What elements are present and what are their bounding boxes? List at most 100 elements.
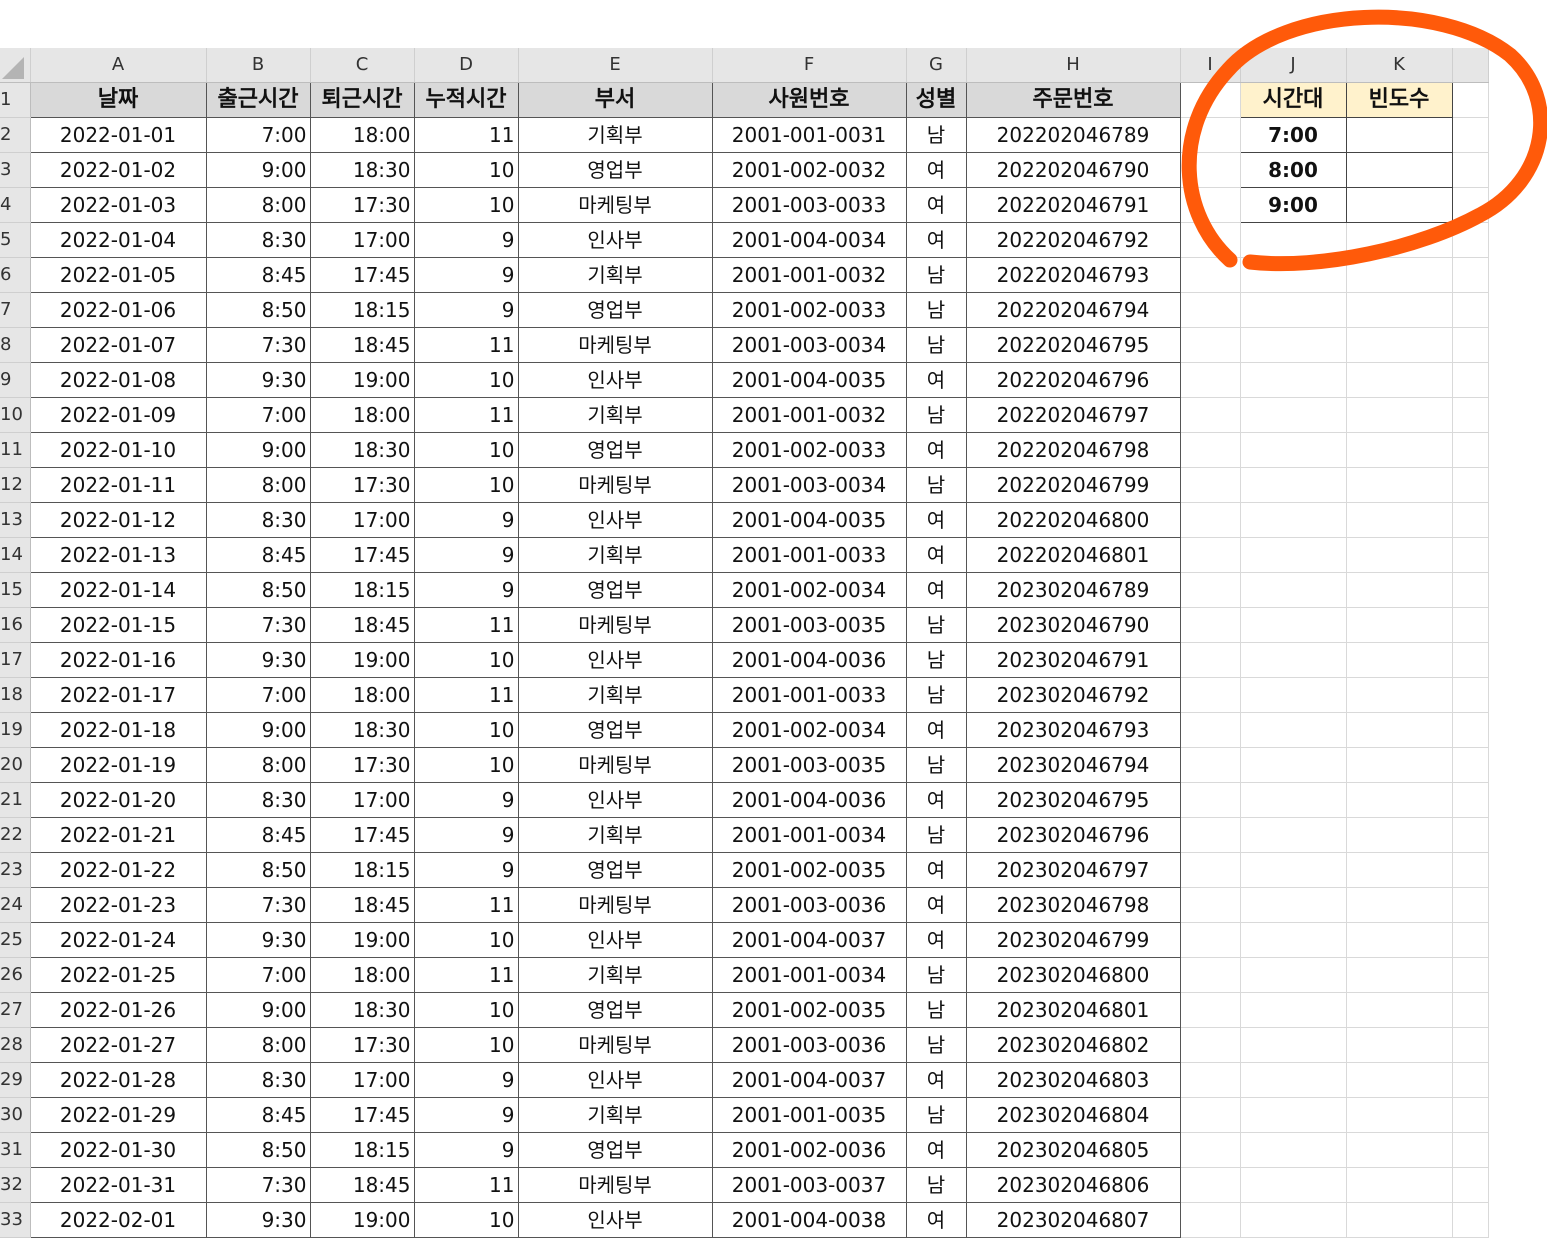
cell-order-number[interactable]: 202202046797 — [966, 397, 1181, 433]
cell-clock-in[interactable]: 8:30 — [206, 502, 311, 538]
cell-date[interactable]: 2022-01-22 — [29, 852, 207, 888]
cell-clock-in[interactable]: 8:45 — [206, 817, 311, 853]
cell-department[interactable]: 마케팅부 — [518, 1167, 713, 1203]
cell-date[interactable]: 2022-01-30 — [29, 1132, 207, 1168]
cell-clock-out[interactable]: 18:30 — [310, 152, 415, 188]
cell-order-number[interactable]: 202302046790 — [966, 607, 1181, 643]
cell-clock-in[interactable]: 9:30 — [206, 922, 311, 958]
cell-empty[interactable] — [1346, 957, 1453, 993]
cell-clock-in[interactable]: 8:00 — [206, 467, 311, 503]
cell-order-number[interactable]: 202302046798 — [966, 887, 1181, 923]
column-header-k[interactable]: K — [1346, 48, 1453, 83]
cell-gender[interactable]: 남 — [906, 467, 967, 503]
cell-empty[interactable] — [1180, 992, 1241, 1028]
cell-empty[interactable] — [1452, 117, 1489, 153]
cell-empty[interactable] — [1452, 1132, 1489, 1168]
cell-total-hours[interactable]: 10 — [414, 747, 519, 783]
cell-empty[interactable] — [1346, 257, 1453, 293]
cell-empty[interactable] — [1452, 467, 1489, 503]
row-header[interactable]: 19 — [0, 712, 31, 748]
cell-frequency[interactable] — [1345, 187, 1453, 223]
cell-empty[interactable] — [1240, 397, 1347, 433]
cell-department[interactable]: 영업부 — [518, 152, 713, 188]
cell-order-number[interactable]: 202202046791 — [966, 187, 1181, 223]
cell-empty[interactable] — [1452, 642, 1489, 678]
row-header[interactable]: 30 — [0, 1097, 31, 1133]
cell-gender[interactable]: 여 — [906, 502, 967, 538]
row-header[interactable]: 33 — [0, 1202, 31, 1238]
cell-department[interactable]: 영업부 — [518, 992, 713, 1028]
cell-order-number[interactable]: 202302046807 — [966, 1202, 1181, 1238]
cell-clock-out[interactable]: 18:15 — [310, 852, 415, 888]
row-header[interactable]: 10 — [0, 397, 31, 433]
cell-employee-id[interactable]: 2001-001-0033 — [712, 537, 907, 573]
cell-gender[interactable]: 여 — [906, 572, 967, 608]
cell-order-number[interactable]: 202202046792 — [966, 222, 1181, 258]
cell-empty[interactable] — [1180, 82, 1241, 118]
cell-employee-id[interactable]: 2001-004-0035 — [712, 362, 907, 398]
cell-empty[interactable] — [1452, 257, 1489, 293]
cell-empty[interactable] — [1180, 537, 1241, 573]
cell-clock-out[interactable]: 17:45 — [310, 537, 415, 573]
cell-order-number[interactable]: 202302046799 — [966, 922, 1181, 958]
header-employee-id[interactable]: 사원번호 — [711, 82, 907, 118]
cell-department[interactable]: 마케팅부 — [518, 887, 713, 923]
cell-empty[interactable] — [1452, 537, 1489, 573]
cell-empty[interactable] — [1346, 432, 1453, 468]
cell-clock-in[interactable]: 8:00 — [206, 1027, 311, 1063]
cell-order-number[interactable]: 202302046800 — [966, 957, 1181, 993]
cell-empty[interactable] — [1180, 747, 1241, 783]
cell-department[interactable]: 마케팅부 — [518, 607, 713, 643]
cell-empty[interactable] — [1180, 292, 1241, 328]
cell-date[interactable]: 2022-01-07 — [29, 327, 207, 363]
cell-gender[interactable]: 남 — [906, 677, 967, 713]
cell-clock-out[interactable]: 19:00 — [310, 362, 415, 398]
cell-gender[interactable]: 여 — [906, 187, 967, 223]
cell-empty[interactable] — [1180, 432, 1241, 468]
cell-department[interactable]: 영업부 — [518, 572, 713, 608]
row-header[interactable]: 25 — [0, 922, 31, 958]
cell-empty[interactable] — [1180, 817, 1241, 853]
cell-total-hours[interactable]: 9 — [414, 782, 519, 818]
cell-department[interactable]: 인사부 — [518, 222, 713, 258]
row-header[interactable]: 15 — [0, 572, 31, 608]
header-clock-in[interactable]: 출근시간 — [205, 82, 311, 118]
cell-employee-id[interactable]: 2001-004-0034 — [712, 222, 907, 258]
cell-employee-id[interactable]: 2001-004-0038 — [712, 1202, 907, 1238]
cell-empty[interactable] — [1346, 677, 1453, 713]
cell-employee-id[interactable]: 2001-004-0037 — [712, 922, 907, 958]
cell-department[interactable]: 마케팅부 — [518, 327, 713, 363]
cell-date[interactable]: 2022-01-01 — [29, 117, 207, 153]
cell-empty[interactable] — [1346, 222, 1453, 258]
cell-department[interactable]: 영업부 — [518, 712, 713, 748]
cell-gender[interactable]: 여 — [906, 362, 967, 398]
cell-total-hours[interactable]: 10 — [414, 362, 519, 398]
cell-date[interactable]: 2022-01-03 — [29, 187, 207, 223]
row-header[interactable]: 5 — [0, 222, 31, 258]
cell-empty[interactable] — [1346, 292, 1453, 328]
header-date[interactable]: 날짜 — [29, 82, 207, 118]
cell-empty[interactable] — [1240, 607, 1347, 643]
cell-date[interactable]: 2022-01-23 — [29, 887, 207, 923]
cell-gender[interactable]: 남 — [906, 257, 967, 293]
cell-empty[interactable] — [1346, 327, 1453, 363]
cell-order-number[interactable]: 202302046794 — [966, 747, 1181, 783]
cell-order-number[interactable]: 202202046799 — [966, 467, 1181, 503]
cell-total-hours[interactable]: 11 — [414, 677, 519, 713]
cell-empty[interactable] — [1240, 1027, 1347, 1063]
column-header-j[interactable]: J — [1240, 48, 1347, 83]
cell-clock-out[interactable]: 18:30 — [310, 712, 415, 748]
cell-employee-id[interactable]: 2001-004-0035 — [712, 502, 907, 538]
cell-order-number[interactable]: 202202046793 — [966, 257, 1181, 293]
column-header-g[interactable]: G — [906, 48, 967, 83]
cell-empty[interactable] — [1180, 1132, 1241, 1168]
cell-clock-in[interactable]: 8:45 — [206, 537, 311, 573]
cell-total-hours[interactable]: 11 — [414, 957, 519, 993]
cell-empty[interactable] — [1346, 852, 1453, 888]
cell-employee-id[interactable]: 2001-001-0032 — [712, 257, 907, 293]
cell-empty[interactable] — [1452, 397, 1489, 433]
row-header[interactable]: 1 — [0, 82, 31, 118]
cell-gender[interactable]: 남 — [906, 957, 967, 993]
cell-gender[interactable]: 남 — [906, 607, 967, 643]
spreadsheet-grid[interactable]: A B C D E F G H I J K 1 날짜 출근시간 퇴근시간 누적시간 부서 사원번호 성별 주문번호 시간… — [0, 48, 1489, 1238]
